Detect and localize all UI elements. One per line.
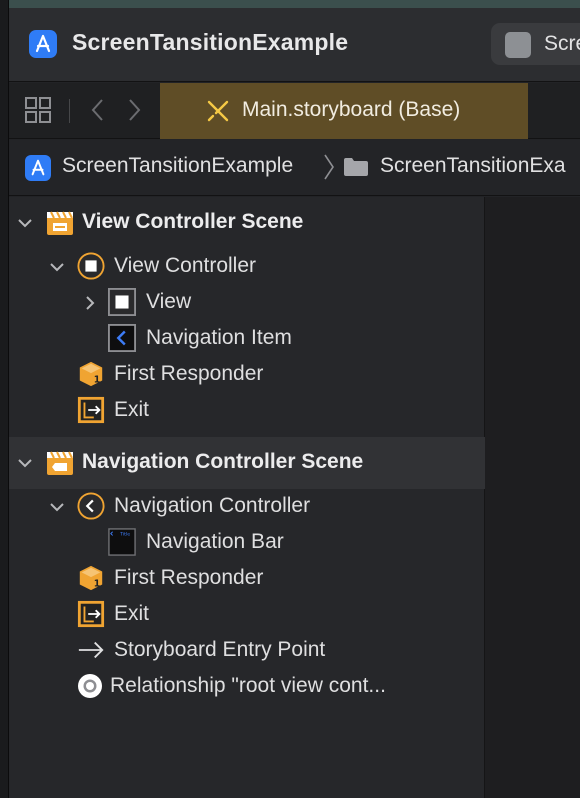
storyboard-canvas[interactable]	[485, 197, 580, 798]
scene-icon	[46, 449, 74, 477]
item-label: Exit	[114, 398, 150, 421]
window-top-edge	[0, 0, 580, 8]
arrow-right-icon	[77, 636, 105, 664]
chevron-down-icon[interactable]	[17, 455, 33, 471]
scene-view-controller[interactable]: View Controller Scene	[9, 197, 485, 249]
toolbar: ScreenTansitionExample Scre	[9, 8, 580, 82]
back-arrow-icon[interactable]	[87, 96, 109, 124]
relationship-segue-icon	[76, 672, 104, 700]
item-label: View	[146, 290, 192, 313]
related-items-grid-icon[interactable]	[23, 95, 53, 125]
outline-item-first-responder[interactable]: 1 First Responder	[9, 561, 485, 597]
outline-item-relationship[interactable]: Relationship "root view cont...	[9, 669, 485, 705]
chevron-down-icon[interactable]	[17, 215, 33, 231]
outline-item-exit[interactable]: Exit	[9, 597, 485, 633]
item-label: Navigation Bar	[146, 530, 284, 553]
first-responder-icon: 1	[77, 564, 105, 592]
forward-arrow-icon[interactable]	[123, 96, 145, 124]
chevron-right-icon[interactable]	[82, 295, 98, 311]
toolbar-separator	[69, 99, 70, 123]
outline-item-first-responder[interactable]: 1 First Responder	[9, 357, 485, 393]
navigation-controller-icon	[77, 492, 105, 520]
nav-bar-thumb-title: Title	[119, 531, 130, 537]
outline-item-entry-point[interactable]: Storyboard Entry Point	[9, 633, 485, 669]
scheme-selector[interactable]: Scre	[491, 23, 580, 65]
outline-item-exit[interactable]: Exit	[9, 393, 485, 429]
outline-item-navigation-controller[interactable]: Navigation Controller	[9, 489, 485, 525]
item-label: Navigation Item	[146, 326, 292, 349]
project-title: ScreenTansitionExample	[72, 29, 349, 55]
scheme-label: Scre	[544, 32, 580, 55]
breadcrumb-folder[interactable]: ScreenTansitionExa	[380, 154, 566, 178]
item-label: Relationship "root view cont...	[110, 674, 386, 697]
item-label: First Responder	[114, 362, 264, 385]
folder-icon	[343, 157, 369, 177]
svg-text:1: 1	[94, 374, 101, 385]
item-label: Exit	[114, 602, 150, 625]
outline-item-view[interactable]: View	[9, 285, 485, 321]
item-label: First Responder	[114, 566, 264, 589]
outline-item-navigation-item[interactable]: Navigation Item	[9, 321, 485, 357]
exit-icon	[77, 600, 105, 628]
tab-main-storyboard[interactable]: Main.storyboard (Base)	[160, 83, 528, 139]
first-responder-icon: 1	[77, 360, 105, 388]
item-label: Storyboard Entry Point	[114, 638, 326, 661]
item-label: Navigation Controller	[114, 494, 311, 517]
window-left-edge	[0, 0, 9, 798]
scene-navigation-controller[interactable]: Navigation Controller Scene	[9, 437, 485, 489]
svg-text:1: 1	[94, 578, 101, 589]
item-label: View Controller	[114, 254, 257, 277]
view-icon	[108, 288, 136, 316]
jump-bar: ScreenTansitionExample ScreenTansitionEx…	[9, 140, 580, 196]
breadcrumb-chevron-icon	[322, 152, 336, 182]
storyboard-file-icon	[206, 99, 230, 123]
scene-icon	[46, 209, 74, 237]
exit-icon	[77, 396, 105, 424]
scheme-icon	[505, 32, 531, 58]
scene-title: Navigation Controller Scene	[82, 450, 364, 473]
document-outline: View Controller Scene View Controller Vi…	[9, 197, 485, 798]
breadcrumb-project[interactable]: ScreenTansitionExample	[62, 154, 293, 178]
scene-title: View Controller Scene	[82, 210, 304, 233]
navigation-bar-icon: Title	[108, 528, 136, 556]
tab-label: Main.storyboard (Base)	[242, 98, 461, 121]
outline-item-view-controller[interactable]: View Controller	[9, 249, 485, 285]
project-icon	[25, 155, 51, 181]
chevron-down-icon[interactable]	[49, 499, 65, 515]
editor-tab-bar: Main.storyboard (Base)	[9, 83, 580, 139]
xcode-project-icon	[29, 30, 57, 58]
navigation-item-icon	[108, 324, 136, 352]
view-controller-icon	[77, 252, 105, 280]
chevron-down-icon[interactable]	[49, 259, 65, 275]
outline-item-navigation-bar[interactable]: Title Navigation Bar	[9, 525, 485, 561]
